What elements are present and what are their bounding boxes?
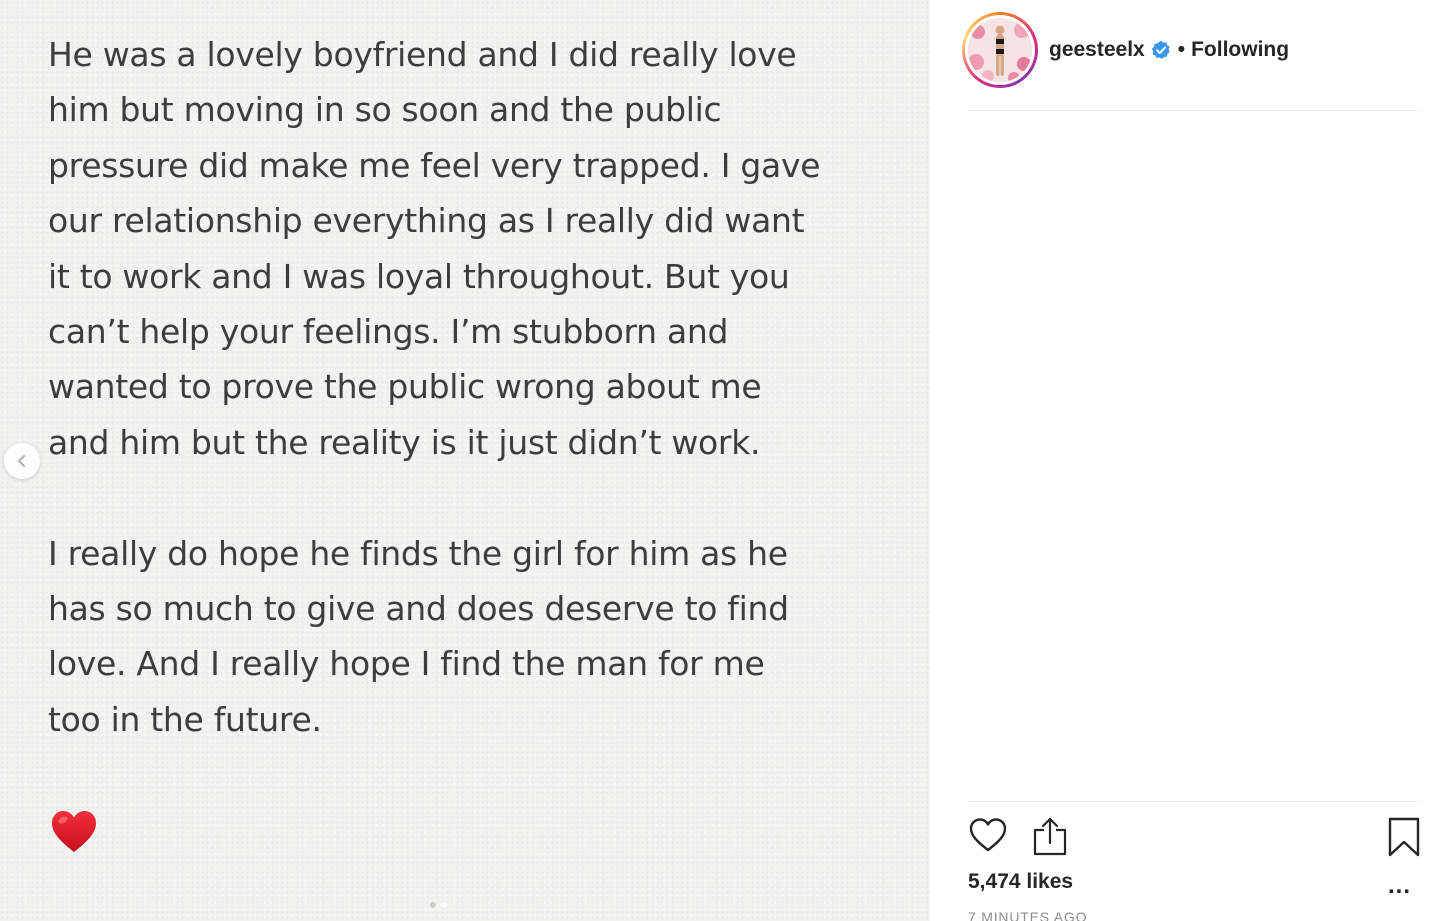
post-image[interactable]: He was a lovely boyfriend and I did real… (0, 0, 930, 921)
heart-icon[interactable] (968, 816, 1008, 856)
following-button[interactable]: Following (1191, 38, 1289, 62)
carousel-indicator (430, 902, 447, 908)
likes-count[interactable]: 5,474 likes (968, 870, 1073, 894)
header-divider (968, 110, 1420, 111)
username-link[interactable]: geesteelx (1049, 38, 1145, 62)
avatar-image (968, 18, 1032, 82)
share-icon[interactable] (1030, 816, 1070, 856)
verified-badge-icon (1151, 40, 1170, 59)
instagram-post-view: He was a lovely boyfriend and I did real… (0, 0, 1440, 921)
bookmark-icon[interactable] (1386, 816, 1422, 858)
red-heart-emoji (52, 811, 96, 852)
more-options-button[interactable]: ... (1388, 872, 1411, 900)
carousel-dot (430, 902, 436, 908)
note-paragraph-1: He was a lovely boyfriend and I did real… (48, 35, 821, 462)
post-timestamp[interactable]: 7 MINUTES AGO (968, 909, 1087, 921)
actions-divider (968, 801, 1420, 802)
separator-dot: • (1177, 38, 1186, 61)
carousel-dot-active (441, 902, 447, 908)
avatar (968, 18, 1032, 82)
chevron-left-icon (17, 454, 26, 468)
carousel-prev-button[interactable] (4, 443, 40, 479)
note-paragraph-2: I really do hope he finds the girl for h… (48, 533, 789, 739)
avatar-story-ring[interactable] (962, 12, 1038, 88)
action-bar (968, 816, 1420, 860)
post-sidebar: geesteelx • Following 5,474 likes ... 7 … (930, 0, 1440, 921)
post-header: geesteelx • Following (962, 10, 1289, 90)
note-text: He was a lovely boyfriend and I did real… (48, 27, 908, 747)
